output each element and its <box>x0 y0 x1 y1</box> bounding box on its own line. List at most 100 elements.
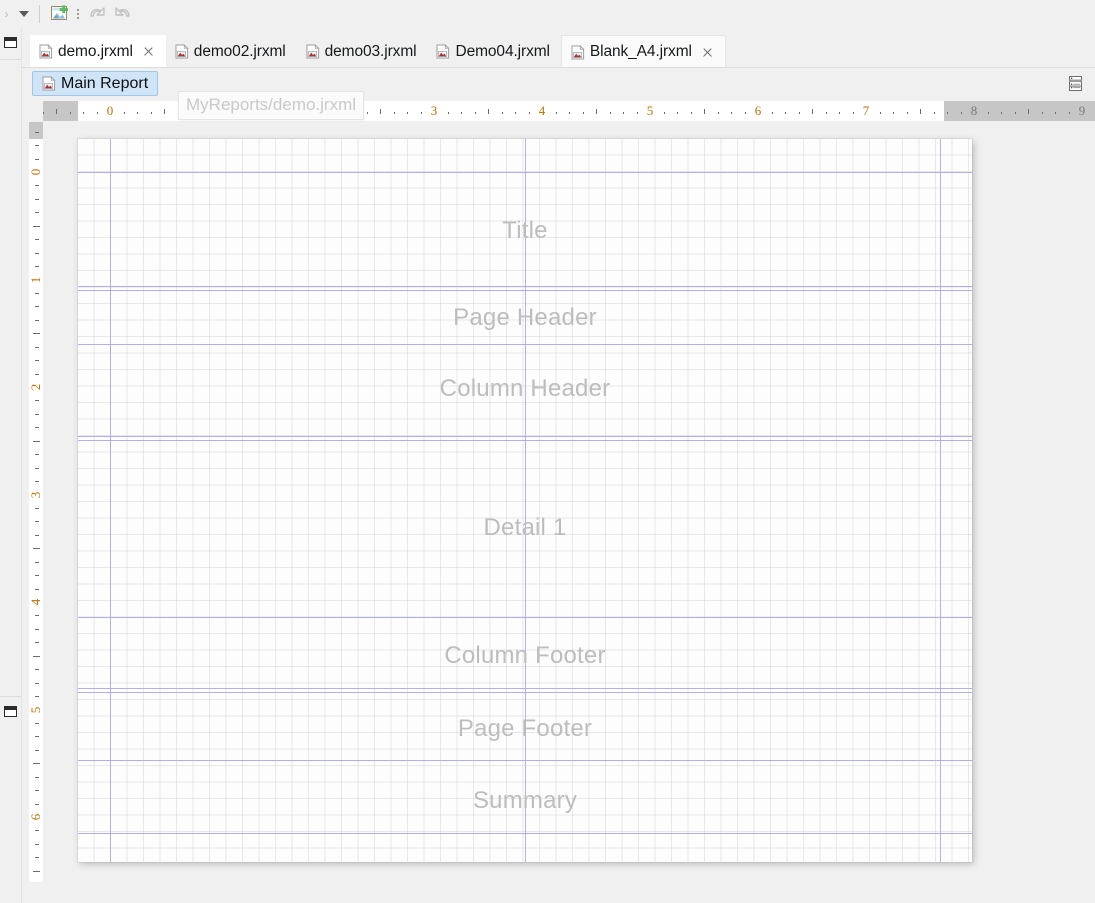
ruler-tick <box>35 843 39 845</box>
ruler-tick <box>35 790 39 792</box>
ruler-margin-zone-right <box>943 101 1095 121</box>
back-chevron-icon[interactable]: › <box>1 4 12 24</box>
band-separator-page-header[interactable] <box>78 344 972 345</box>
ruler-tick <box>33 870 40 872</box>
gutter-restore-top-button[interactable] <box>2 34 19 51</box>
ruler-tick <box>33 440 40 442</box>
editor-tab-label: Blank_A4.jrxml <box>589 43 692 60</box>
band-separator-title[interactable] <box>78 286 972 291</box>
ruler-tick <box>35 481 39 483</box>
ruler-tick <box>35 373 39 375</box>
ruler-tick <box>33 225 40 227</box>
report-page[interactable]: Title Page Header Column Header Detail 1… <box>78 139 972 862</box>
editor-tab-label: demo.jrxml <box>58 42 133 60</box>
gutter-divider-bottom <box>0 696 21 697</box>
ruler-tick <box>488 109 489 114</box>
ruler-number: 4 <box>538 103 546 118</box>
ruler-tick <box>596 109 597 114</box>
ruler-tick <box>150 112 152 114</box>
ruler-tick <box>677 112 678 114</box>
ruler-tick <box>623 112 624 114</box>
main-report-label: Main Report <box>61 74 149 92</box>
ruler-tick <box>731 112 732 114</box>
ruler-number: 5 <box>646 103 654 118</box>
ruler-tick <box>35 682 39 684</box>
close-icon[interactable] <box>701 46 714 59</box>
editor-tab-label: demo02.jrxml <box>193 42 286 60</box>
ruler-tick <box>474 112 476 114</box>
ruler-tick <box>35 803 39 805</box>
ruler-tick <box>35 252 39 254</box>
ruler-tick <box>1028 109 1029 114</box>
ruler-tick <box>35 588 39 590</box>
ruler-number: 2 <box>29 383 43 391</box>
close-icon[interactable] <box>142 45 155 58</box>
ruler-tick <box>35 360 39 362</box>
ruler-tick <box>35 776 39 778</box>
ruler-tick <box>555 112 557 114</box>
band-separator-column-header[interactable] <box>78 436 972 441</box>
jrxml-file-icon <box>571 44 585 60</box>
ruler-tick <box>35 292 39 294</box>
ruler-tick <box>35 346 39 348</box>
ruler-tick <box>636 112 638 114</box>
ruler-tick <box>1014 112 1016 114</box>
ruler-tick <box>825 112 827 114</box>
jrxml-file-icon <box>306 44 320 59</box>
editor-tab-blank-a4[interactable]: Blank_A4.jrxml <box>560 35 726 68</box>
ruler-tick <box>35 239 39 241</box>
ruler-tick <box>123 112 125 114</box>
ruler-tick <box>35 575 39 577</box>
ruler-tick <box>528 112 530 114</box>
ruler-tick <box>35 534 39 536</box>
band-separator-column-footer[interactable] <box>78 688 972 693</box>
ruler-number: 0 <box>29 168 43 176</box>
guide-left-margin <box>110 139 111 862</box>
ruler-number: 6 <box>29 813 43 821</box>
ruler-tick <box>35 266 39 268</box>
report-designer-window: › demo.jrxml demo02.jrxml demo03.jrxml D… <box>0 0 1095 903</box>
editor-tab-demo[interactable]: demo.jrxml <box>30 35 166 68</box>
ruler-corner <box>29 101 43 121</box>
ruler-tick <box>33 333 40 335</box>
editor-tab-demo02[interactable]: demo02.jrxml <box>166 35 297 68</box>
ruler-tick <box>35 454 39 456</box>
ruler-tick <box>33 548 40 550</box>
band-separator-detail[interactable] <box>78 617 972 618</box>
design-canvas[interactable]: Title Page Header Column Header Detail 1… <box>43 122 1095 903</box>
tab-main-report[interactable]: Main Report <box>32 71 159 96</box>
guide-bottom-margin <box>78 833 972 834</box>
ruler-tick <box>906 112 908 114</box>
ruler-tick <box>663 112 665 114</box>
ruler-tick <box>35 615 39 617</box>
gutter-restore-bottom-button[interactable] <box>2 703 19 720</box>
ruler-number: 3 <box>430 103 438 118</box>
ruler-tick <box>785 112 786 114</box>
editor-tab-strip: demo.jrxml demo02.jrxml demo03.jrxml Dem… <box>22 28 1095 68</box>
ruler-tick <box>366 112 368 114</box>
band-separator-page-footer[interactable] <box>78 760 972 761</box>
new-report-icon[interactable] <box>49 4 71 24</box>
ruler-margin-zone-top <box>29 122 43 139</box>
ruler-tick <box>798 112 800 114</box>
ruler-tick <box>35 131 39 133</box>
ruler-tick <box>920 109 921 114</box>
undo-icon[interactable] <box>85 3 109 25</box>
guide-center <box>525 139 526 862</box>
redo-icon[interactable] <box>111 3 135 25</box>
chevron-down-icon[interactable] <box>14 4 34 24</box>
editor-tab-demo04[interactable]: Demo04.jrxml <box>427 35 560 68</box>
vertical-ruler[interactable]: 0 1 2 3 4 5 6 <box>29 122 43 882</box>
view-menu-icon[interactable] <box>1065 74 1086 93</box>
ruler-tick <box>393 112 395 114</box>
editor-tab-demo03[interactable]: demo03.jrxml <box>297 35 428 68</box>
ruler-tick <box>420 112 422 114</box>
ruler-tick <box>35 736 39 738</box>
ruler-number: 9 <box>1078 103 1086 118</box>
guide-right-margin <box>940 139 941 862</box>
ruler-tick <box>1055 112 1056 114</box>
ruler-tick <box>35 857 39 859</box>
ruler-tick <box>879 112 881 114</box>
toolbar-drag-handle[interactable] <box>75 4 81 24</box>
ruler-tick <box>1001 112 1002 114</box>
